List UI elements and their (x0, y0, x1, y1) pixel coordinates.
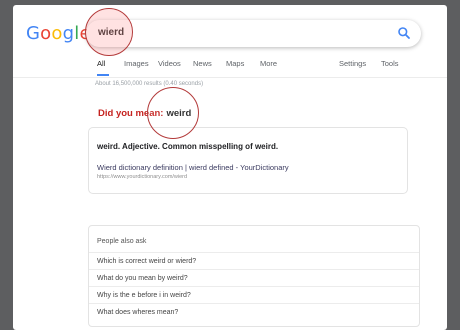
question-text: What does wheres mean? (97, 309, 179, 316)
people-also-ask: People also ask Which is correct weird o… (88, 225, 420, 327)
browser-window: Google wierd All Images Videos News Maps… (13, 5, 447, 330)
logo-letter: G (26, 23, 41, 44)
divider (13, 77, 447, 78)
result-card: weird. Adjective. Common misspelling of … (88, 127, 408, 194)
tab-settings[interactable]: Settings (339, 59, 366, 68)
question-row[interactable]: Why is the e before i in weird? (89, 286, 419, 304)
highlight-circle (147, 87, 199, 139)
tab-images[interactable]: Images (124, 59, 149, 68)
tab-news[interactable]: News (193, 59, 212, 68)
people-also-ask-heading: People also ask (97, 238, 147, 245)
question-text: What do you mean by weird? (97, 275, 188, 282)
question-text: Which is correct weird or wierd? (97, 258, 197, 265)
logo-letter: g (62, 23, 75, 44)
logo-letter: o (40, 23, 52, 44)
highlight-circle (85, 8, 133, 56)
result-stats: About 16,500,000 results (0.40 seconds) (95, 81, 204, 87)
active-tab-indicator (97, 74, 109, 76)
result-url: https://www.yourdictionary.com/wierd (97, 174, 188, 180)
tab-videos[interactable]: Videos (158, 59, 181, 68)
question-row[interactable]: Which is correct weird or wierd? (89, 252, 419, 270)
question-text: Why is the e before i in weird? (97, 292, 191, 299)
result-snippet-title: weird. Adjective. Common misspelling of … (97, 142, 279, 151)
google-logo[interactable]: Google (26, 23, 91, 44)
tab-all[interactable]: All (97, 59, 105, 68)
search-icon[interactable] (397, 26, 411, 40)
logo-letter: o (51, 23, 63, 44)
question-row[interactable]: What do you mean by weird? (89, 269, 419, 287)
search-tabs: All Images Videos News Maps More Setting… (13, 57, 447, 77)
search-box[interactable]: wierd (86, 20, 421, 47)
question-row[interactable]: What does wheres mean? (89, 303, 419, 321)
tab-tools[interactable]: Tools (381, 59, 399, 68)
tab-maps[interactable]: Maps (226, 59, 244, 68)
tab-more[interactable]: More (260, 59, 277, 68)
result-link[interactable]: Wierd dictionary definition | wierd defi… (97, 163, 289, 172)
